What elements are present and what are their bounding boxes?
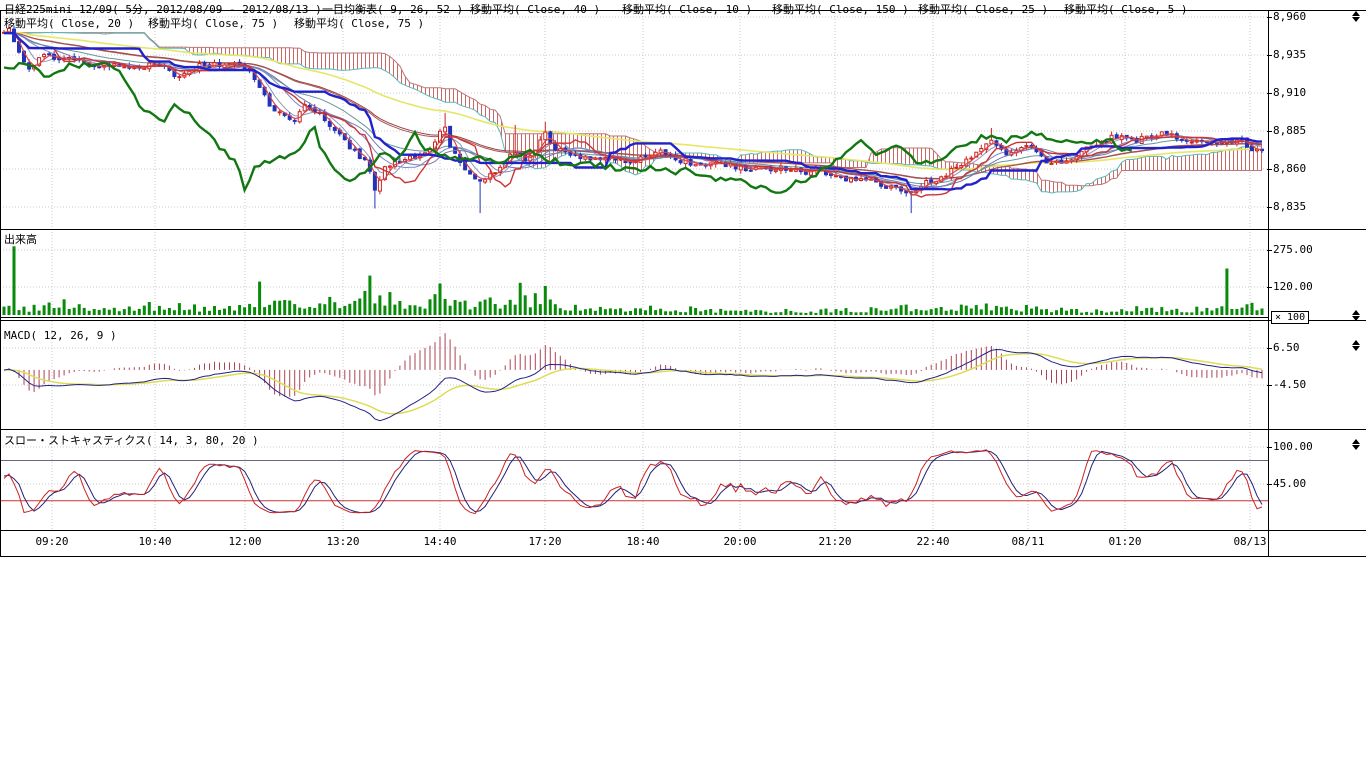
axis-divider [1268, 10, 1269, 556]
x-axis-label: 22:40 [916, 535, 949, 548]
indicator-label-ma25[interactable]: 移動平均( Close, 25 ) [918, 1, 1048, 17]
y-axis-tick-label: 275.00 [1273, 243, 1313, 256]
volume-pane[interactable] [0, 229, 1268, 319]
pane-divider [0, 429, 1366, 430]
indicator-label-ma75-1[interactable]: 移動平均( Close, 75 ) [148, 15, 278, 31]
x-axis-label: 09:20 [35, 535, 68, 548]
x-axis-label: 13:20 [326, 535, 359, 548]
ichimoku-chikou [4, 63, 1132, 193]
scroll-up-icon[interactable] [1352, 340, 1360, 345]
chart-window: 日経225mini 12/09( 5分, 2012/08/09 - 2012/0… [0, 0, 1366, 768]
y-axis-tick-label: 6.50 [1273, 341, 1300, 354]
price-scale-scroll-arrows[interactable] [1352, 10, 1361, 23]
volume-unit-label: × 100 [1271, 311, 1309, 324]
macd-svg [0, 321, 1268, 429]
macd-scale-scroll-arrows[interactable] [1352, 339, 1361, 352]
x-axis-label: 17:20 [528, 535, 561, 548]
y-axis-tick-label: 8,860 [1273, 162, 1306, 175]
volume-pane-label: 出来高 [4, 231, 37, 247]
scroll-down-icon[interactable] [1352, 445, 1360, 450]
scroll-up-icon[interactable] [1352, 11, 1360, 16]
x-axis-label: 18:40 [626, 535, 659, 548]
indicator-label-ma75-2[interactable]: 移動平均( Close, 75 ) [294, 15, 424, 31]
stoch-scale-scroll-arrows[interactable] [1352, 438, 1361, 451]
y-axis-tick-label: 8,885 [1273, 124, 1306, 137]
macd-signal-line [4, 354, 1262, 414]
pane-divider [0, 229, 1366, 230]
price-chart-pane[interactable] [0, 10, 1268, 229]
price-chart-svg [0, 10, 1268, 229]
y-axis-tick-label: -4.50 [1273, 378, 1306, 391]
x-axis-label: 20:00 [723, 535, 756, 548]
volume-scale-scroll-arrows[interactable] [1352, 309, 1361, 322]
stoch-d-line [4, 451, 1262, 513]
indicator-label-ma20[interactable]: 移動平均( Close, 20 ) [4, 15, 134, 31]
y-axis-tick-label: 45.00 [1273, 477, 1306, 490]
x-axis-label: 08/13 [1233, 535, 1266, 548]
indicator-label-ma5[interactable]: 移動平均( Close, 5 ) [1064, 1, 1187, 17]
scroll-up-icon[interactable] [1352, 310, 1360, 315]
x-axis-label: 10:40 [138, 535, 171, 548]
y-axis-tick-label: 100.00 [1273, 440, 1313, 453]
macd-pane-label: MACD( 12, 26, 9 ) [4, 329, 117, 342]
indicator-label-ma10[interactable]: 移動平均( Close, 10 ) [622, 1, 752, 17]
x-axis-label: 14:40 [423, 535, 456, 548]
chart-bottom-border [0, 556, 1366, 557]
volume-bars [3, 246, 1264, 315]
gridlines [0, 229, 1268, 319]
stochastics-pane-label: スロー・ストキャスティクス( 14, 3, 80, 20 ) [4, 432, 259, 448]
x-axis-label: 12:00 [228, 535, 261, 548]
x-axis-label: 01:20 [1108, 535, 1141, 548]
y-axis-tick-label: 8,835 [1273, 200, 1306, 213]
macd-pane[interactable] [0, 321, 1268, 429]
chart-left-border [0, 10, 1, 556]
y-axis-tick-label: 8,935 [1273, 48, 1306, 61]
y-axis-tick-label: 8,960 [1273, 10, 1306, 23]
pane-divider [0, 530, 1366, 531]
scroll-down-icon[interactable] [1352, 17, 1360, 22]
gridlines [0, 10, 1268, 229]
pane-divider [0, 317, 1268, 318]
y-axis-tick-label: 8,910 [1273, 86, 1306, 99]
gridlines [0, 321, 1268, 429]
x-axis-label: 21:20 [818, 535, 851, 548]
y-axis-tick-label: 120.00 [1273, 280, 1313, 293]
macd-histogram [4, 333, 1262, 397]
indicator-label-ma40[interactable]: 移動平均( Close, 40 ) [470, 1, 600, 17]
scroll-down-icon[interactable] [1352, 346, 1360, 351]
x-axis: 09:20 10:40 12:00 13:20 14:40 17:20 18:40 20:00… [0, 533, 1280, 551]
scroll-up-icon[interactable] [1352, 439, 1360, 444]
x-axis-label: 08/11 [1011, 535, 1044, 548]
indicator-label-ma150[interactable]: 移動平均( Close, 150 ) [772, 1, 909, 17]
scroll-down-icon[interactable] [1352, 316, 1360, 321]
pane-divider [0, 320, 1366, 321]
volume-svg [0, 229, 1268, 319]
